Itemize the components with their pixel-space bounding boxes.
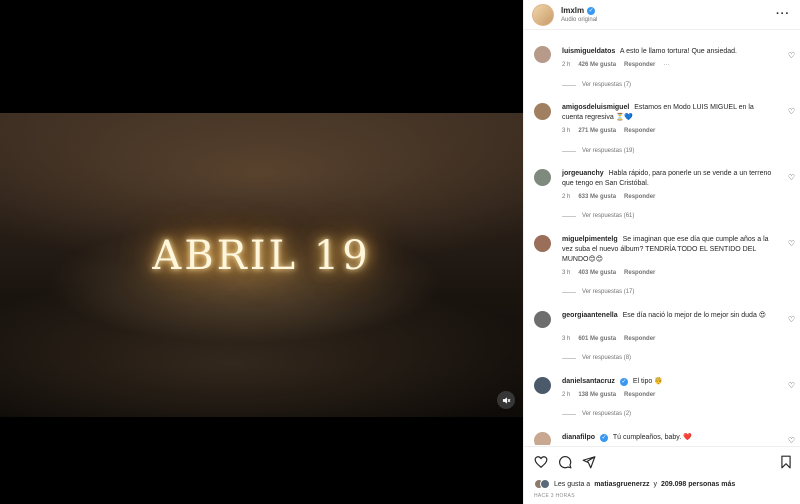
video-player[interactable]: ABRIL 19 — [0, 113, 523, 417]
divider-line — [562, 150, 576, 152]
comment-bubble-icon[interactable] — [558, 455, 572, 469]
view-replies-label: Ver respuestas (8) — [582, 355, 632, 361]
comment-text: A esto le llamo tortura! Que ansiedad. — [619, 48, 737, 55]
comment-likes[interactable]: 138 Me gusta — [578, 392, 616, 398]
comment-time: 3 h — [562, 128, 571, 134]
view-replies-button[interactable]: Ver respuestas (17) — [562, 289, 634, 295]
likes-middle: y — [653, 480, 657, 488]
divider-line — [562, 357, 576, 359]
comment-likes[interactable]: 633 Me gusta — [578, 194, 616, 200]
comment-text: Tú cumpleaños, baby. ❤️ — [612, 434, 692, 441]
post-side-panel: lmxlm ✓ Audio original ··· luismigueldat… — [523, 0, 800, 504]
view-replies-label: Ver respuestas (7) — [582, 82, 632, 88]
video-title-text: ABRIL 19 — [152, 233, 371, 279]
comment-username[interactable]: miguelpimentelg — [562, 236, 618, 243]
reply-button[interactable]: Responder — [624, 128, 655, 134]
divider-line — [562, 291, 576, 293]
view-replies-button[interactable]: Ver respuestas (2) — [562, 411, 631, 417]
like-heart-icon[interactable] — [534, 455, 548, 469]
likes-prefix: Les gusta a — [554, 480, 591, 488]
comment-time: 3 h — [562, 336, 571, 342]
heart-icon[interactable]: ♡ — [788, 173, 795, 182]
divider-line — [562, 413, 576, 415]
verified-badge-icon: ✓ — [600, 434, 609, 442]
view-replies-button[interactable]: Ver respuestas (61) — [562, 213, 634, 219]
comments-list: luismigueldatos A esto le llamo tortura!… — [524, 31, 800, 445]
comment-username[interactable]: amigosdeluismiguel — [562, 104, 629, 111]
heart-icon[interactable]: ♡ — [788, 51, 795, 60]
media-viewer: ABRIL 19 — [0, 0, 523, 504]
heart-icon[interactable]: ♡ — [788, 315, 795, 324]
view-replies-label: Ver respuestas (61) — [582, 213, 635, 219]
reply-button[interactable]: Responder — [624, 270, 655, 276]
view-replies-button[interactable]: Ver respuestas (19) — [562, 148, 634, 154]
avatar[interactable] — [532, 3, 554, 26]
liker-username[interactable]: matiasgruenerzz — [594, 481, 649, 488]
comment-username[interactable]: luismigueldatos — [562, 48, 615, 55]
view-replies-button[interactable]: Ver respuestas (7) — [562, 82, 631, 88]
more-options-icon[interactable]: ··· — [776, 8, 790, 20]
reply-button[interactable]: Responder — [624, 194, 655, 200]
post-header: lmxlm ✓ Audio original ··· — [524, 0, 800, 30]
comment-likes[interactable]: 271 Me gusta — [578, 128, 616, 134]
heart-icon[interactable]: ♡ — [788, 381, 795, 390]
bookmark-icon[interactable] — [779, 455, 793, 469]
comment-avatar[interactable] — [534, 311, 551, 328]
comment-avatar[interactable] — [534, 377, 551, 394]
divider-line — [562, 215, 576, 217]
comment-username[interactable]: danielsantacruz — [562, 378, 615, 385]
comment-avatar[interactable] — [534, 103, 551, 120]
view-replies-label: Ver respuestas (19) — [582, 148, 635, 154]
comment-time: 2 h — [562, 62, 571, 68]
comment-likes[interactable]: 601 Me gusta — [578, 336, 616, 342]
comment-options-icon[interactable]: ··· — [663, 62, 669, 68]
likes-summary: Les gusta a matiasgruenerzz y 209.098 pe… — [534, 479, 735, 489]
divider-line — [562, 84, 576, 86]
verified-badge-icon: ✓ — [587, 6, 596, 15]
reply-button[interactable]: Responder — [624, 62, 655, 68]
comment-text: El tipo 🤴 — [632, 378, 663, 385]
share-send-icon[interactable] — [582, 455, 596, 469]
comment-username[interactable]: jorgeuanchy — [562, 170, 604, 177]
comment-username[interactable]: dianafilpo — [562, 434, 595, 441]
comment-time: 3 h — [562, 270, 571, 276]
heart-icon[interactable]: ♡ — [788, 436, 795, 445]
likes-count[interactable]: 209.098 personas más — [661, 481, 735, 488]
comment-time: 2 h — [562, 392, 571, 398]
comment-time: 2 h — [562, 194, 571, 200]
mute-button[interactable] — [497, 391, 515, 409]
comment-likes[interactable]: 426 Me gusta — [578, 62, 616, 68]
post-username[interactable]: lmxlm — [561, 6, 584, 15]
view-replies-label: Ver respuestas (2) — [582, 411, 632, 417]
speaker-muted-icon — [502, 396, 510, 404]
comment-avatar[interactable] — [534, 169, 551, 186]
post-timestamp: HACE 3 HORAS — [534, 493, 575, 499]
view-replies-label: Ver respuestas (17) — [582, 289, 635, 295]
comment-likes[interactable]: 403 Me gusta — [578, 270, 616, 276]
heart-icon[interactable]: ♡ — [788, 239, 795, 248]
post-actions-bar: Les gusta a matiasgruenerzz y 209.098 pe… — [524, 446, 800, 504]
verified-badge-icon: ✓ — [619, 378, 628, 386]
comment-avatar[interactable] — [534, 235, 551, 252]
comment-text: Ese día nació lo mejor de lo mejor sin d… — [622, 312, 767, 319]
liker-avatar — [540, 479, 550, 489]
heart-icon[interactable]: ♡ — [788, 107, 795, 116]
comment-avatar[interactable] — [534, 432, 551, 445]
comment-username[interactable]: georgiaantenella — [562, 312, 618, 319]
comment-avatar[interactable] — [534, 46, 551, 63]
reply-button[interactable]: Responder — [624, 336, 655, 342]
audio-label[interactable]: Audio original — [561, 17, 597, 23]
view-replies-button[interactable]: Ver respuestas (8) — [562, 355, 631, 361]
reply-button[interactable]: Responder — [624, 392, 655, 398]
